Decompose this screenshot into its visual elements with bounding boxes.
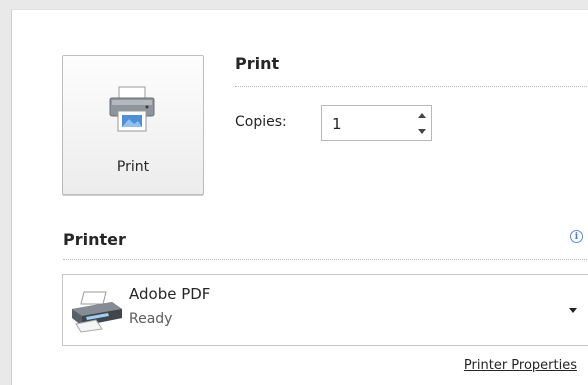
print-button-label: Print [116, 159, 150, 175]
printer-icon [107, 84, 157, 138]
copies-decrement-button[interactable] [413, 123, 431, 139]
printer-device-icon [70, 289, 124, 337]
printer-dropdown[interactable]: Adobe PDF Ready [62, 274, 588, 346]
copies-increment-button[interactable] [413, 107, 431, 123]
copies-label: Copies: [235, 114, 287, 130]
printer-name: Adobe PDF [129, 285, 211, 303]
printer-section-title: Printer [63, 230, 126, 249]
chevron-up-icon [418, 112, 426, 118]
printer-properties-link[interactable]: Printer Properties [464, 358, 577, 373]
print-button[interactable]: Print [62, 55, 204, 195]
copies-value[interactable]: 1 [332, 115, 342, 133]
info-icon[interactable]: i [570, 230, 583, 243]
print-panel: Print Print Copies: 1 Printer i Adobe PD… [11, 9, 588, 385]
copies-stepper[interactable]: 1 [321, 105, 432, 141]
chevron-down-icon [569, 308, 577, 313]
print-section-title: Print [235, 54, 280, 73]
divider [235, 86, 588, 87]
chevron-down-icon [418, 128, 426, 134]
divider [63, 259, 588, 260]
printer-status: Ready [129, 311, 173, 327]
